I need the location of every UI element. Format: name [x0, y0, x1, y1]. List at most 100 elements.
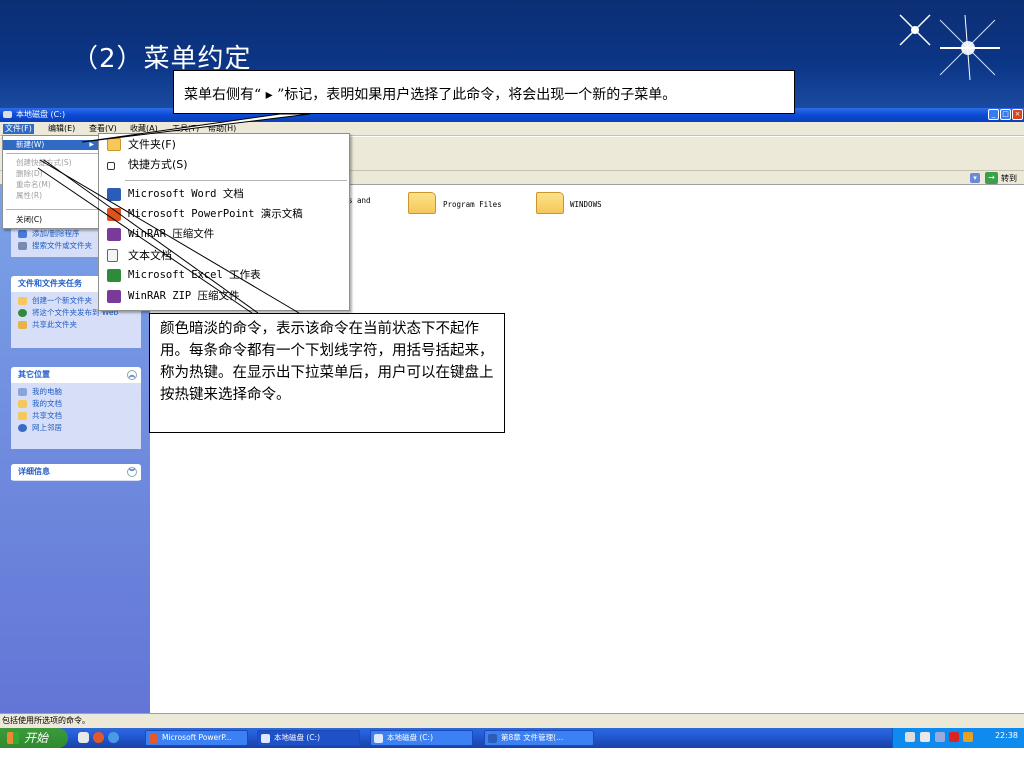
new-folder-icon [18, 297, 27, 305]
place-my-documents[interactable]: 我的文档 [11, 399, 141, 409]
antivirus-icon[interactable] [949, 732, 959, 742]
collapse-chevron-icon[interactable]: ︽ [127, 370, 137, 380]
submenu-item-folder[interactable]: 文件夹(F) [99, 135, 349, 154]
drive-icon [374, 734, 383, 743]
internet-explorer-icon[interactable] [108, 732, 119, 743]
menu-item-close[interactable]: 关闭(C) [3, 215, 102, 225]
task-explorer-1[interactable]: 本地磁盘 (C:) [257, 730, 360, 746]
details-header[interactable]: 详细信息 ︾ [11, 464, 141, 480]
menu-item-label: 删除(D) [16, 169, 43, 178]
file-menu-dropdown: 新建(W) ▶ 创建快捷方式(S) 删除(D) 重命名(M) 属性(R) 关闭(C… [2, 135, 103, 229]
excel-icon [107, 269, 121, 282]
maximize-button[interactable]: □ [1000, 109, 1011, 120]
submenu-item-label: 文本文档 [128, 249, 172, 262]
panel-title: 文件和文件夹任务 [18, 279, 82, 288]
task-label: 本地磁盘 (C:) [387, 733, 433, 742]
task-label: 本地磁盘 (C:) [274, 733, 320, 742]
menu-edit[interactable]: 编辑(E) [48, 124, 75, 134]
shortcut-icon [107, 162, 115, 170]
submenu-item-word[interactable]: Microsoft Word 文档 [99, 185, 349, 204]
task-document[interactable]: 第8章 文件管理(... [484, 730, 594, 746]
expand-chevron-icon[interactable]: ︾ [127, 467, 137, 477]
system-tray: 22:38 [892, 728, 1024, 748]
submenu-item-text[interactable]: 文本文档 [99, 246, 349, 265]
task-label: 添加/删除程序 [32, 229, 80, 238]
file-label[interactable]: Program Files [443, 200, 502, 209]
globe-icon [18, 309, 27, 317]
place-my-computer[interactable]: 我的电脑 [11, 387, 141, 397]
menu-separator [6, 209, 100, 210]
submenu-item-label: Microsoft Excel 工作表 [128, 269, 261, 281]
go-arrow-icon[interactable]: → [985, 172, 998, 184]
task-powerpoint[interactable]: Microsoft PowerP... [145, 730, 248, 746]
slide-background: （2）菜单约定 本地磁盘 (C:) _ □ × 文件(F) 编辑(E) 查看(V… [0, 0, 1024, 768]
menu-item-delete[interactable]: 删除(D) [3, 169, 102, 179]
help-icon[interactable] [920, 732, 930, 742]
submenu-arrow-icon: ▶ [89, 141, 94, 148]
task-label: 创建一个新文件夹 [32, 296, 92, 305]
network-tray-icon[interactable] [935, 732, 945, 742]
file-label[interactable]: s and [348, 196, 371, 205]
folder-icon[interactable] [408, 192, 436, 214]
menu-item-label: 重命名(M) [16, 180, 51, 189]
menu-item-properties[interactable]: 属性(R) [3, 191, 102, 201]
winrar-zip-icon [107, 290, 121, 303]
drive-icon [261, 734, 270, 743]
programs-icon [18, 230, 27, 238]
submenu-item-winrar-zip[interactable]: WinRAR ZIP 压缩文件 [99, 287, 349, 306]
submenu-item-label: WinRAR 压缩文件 [128, 228, 215, 240]
submenu-item-powerpoint[interactable]: Microsoft PowerPoint 演示文稿 [99, 205, 349, 224]
window-title: 本地磁盘 (C:) [16, 110, 66, 119]
submenu-item-label: 文件夹(F) [128, 138, 176, 151]
menu-item-new[interactable]: 新建(W) ▶ [3, 140, 102, 150]
my-computer-icon [18, 388, 27, 396]
task-explorer-2[interactable]: 本地磁盘 (C:) [370, 730, 473, 746]
submenu-item-excel[interactable]: Microsoft Excel 工作表 [99, 266, 349, 285]
shared-documents-icon [18, 412, 27, 420]
details-panel: 详细信息 ︾ [11, 464, 141, 481]
place-label: 我的电脑 [32, 387, 62, 396]
folder-icon[interactable] [536, 192, 564, 214]
keyboard-icon[interactable] [905, 732, 915, 742]
go-button-label[interactable]: 转到 [1001, 173, 1017, 184]
place-network[interactable]: 网上邻居 [11, 423, 141, 433]
menu-item-label: 属性(R) [16, 191, 43, 200]
other-places-header[interactable]: 其它位置 ︽ [11, 367, 141, 383]
address-dropdown-button[interactable]: ▾ [970, 173, 980, 183]
menu-item-rename[interactable]: 重命名(M) [3, 180, 102, 190]
powerpoint-icon [149, 734, 158, 743]
submenu-item-winrar[interactable]: WinRAR 压缩文件 [99, 225, 349, 244]
task-label: 共享此文件夹 [32, 320, 77, 329]
submenu-item-shortcut[interactable]: 快捷方式(S) [99, 155, 349, 174]
submenu-item-label: Microsoft PowerPoint 演示文稿 [128, 208, 303, 220]
menu-item-create-shortcut[interactable]: 创建快捷方式(S) [3, 158, 102, 168]
panel-title: 详细信息 [18, 467, 50, 476]
media-player-icon[interactable] [93, 732, 104, 743]
task-label: Microsoft PowerP... [162, 733, 232, 742]
word-icon [488, 734, 497, 743]
callout-disabled-commands: 颜色暗淡的命令，表示该命令在当前状态下不起作用。每条命令都有一个下划线字符，用括… [149, 313, 505, 433]
clock: 22:38 [994, 731, 1018, 740]
folder-icon [107, 138, 121, 151]
file-label[interactable]: WINDOWS [570, 200, 602, 209]
place-shared-documents[interactable]: 共享文档 [11, 411, 141, 421]
close-button[interactable]: × [1012, 109, 1023, 120]
submenu-item-label: 快捷方式(S) [128, 158, 188, 171]
callout-submenu-marker: 菜单右侧有“ ▸ ”标记，表明如果用户选择了此命令，将会出现一个新的子菜单。 [173, 70, 795, 114]
menu-file[interactable]: 文件(F) [3, 124, 34, 134]
volume-icon[interactable] [963, 732, 973, 742]
task-share-folder[interactable]: 共享此文件夹 [11, 320, 141, 330]
place-label: 共享文档 [32, 411, 62, 420]
submenu-item-label: Microsoft Word 文档 [128, 188, 244, 200]
minimize-button[interactable]: _ [988, 109, 999, 120]
show-desktop-icon[interactable] [78, 732, 89, 743]
menu-item-label: 创建快捷方式(S) [16, 158, 72, 167]
start-button[interactable]: 开始 [0, 728, 68, 748]
place-label: 网上邻居 [32, 423, 62, 432]
submenu-item-label: WinRAR ZIP 压缩文件 [128, 290, 240, 302]
text-document-icon [107, 249, 118, 262]
panel-title: 其它位置 [18, 370, 50, 379]
status-bar: 包括使用所选项的命令。 [0, 713, 1024, 728]
powerpoint-icon [107, 208, 121, 221]
menu-separator [6, 153, 100, 154]
